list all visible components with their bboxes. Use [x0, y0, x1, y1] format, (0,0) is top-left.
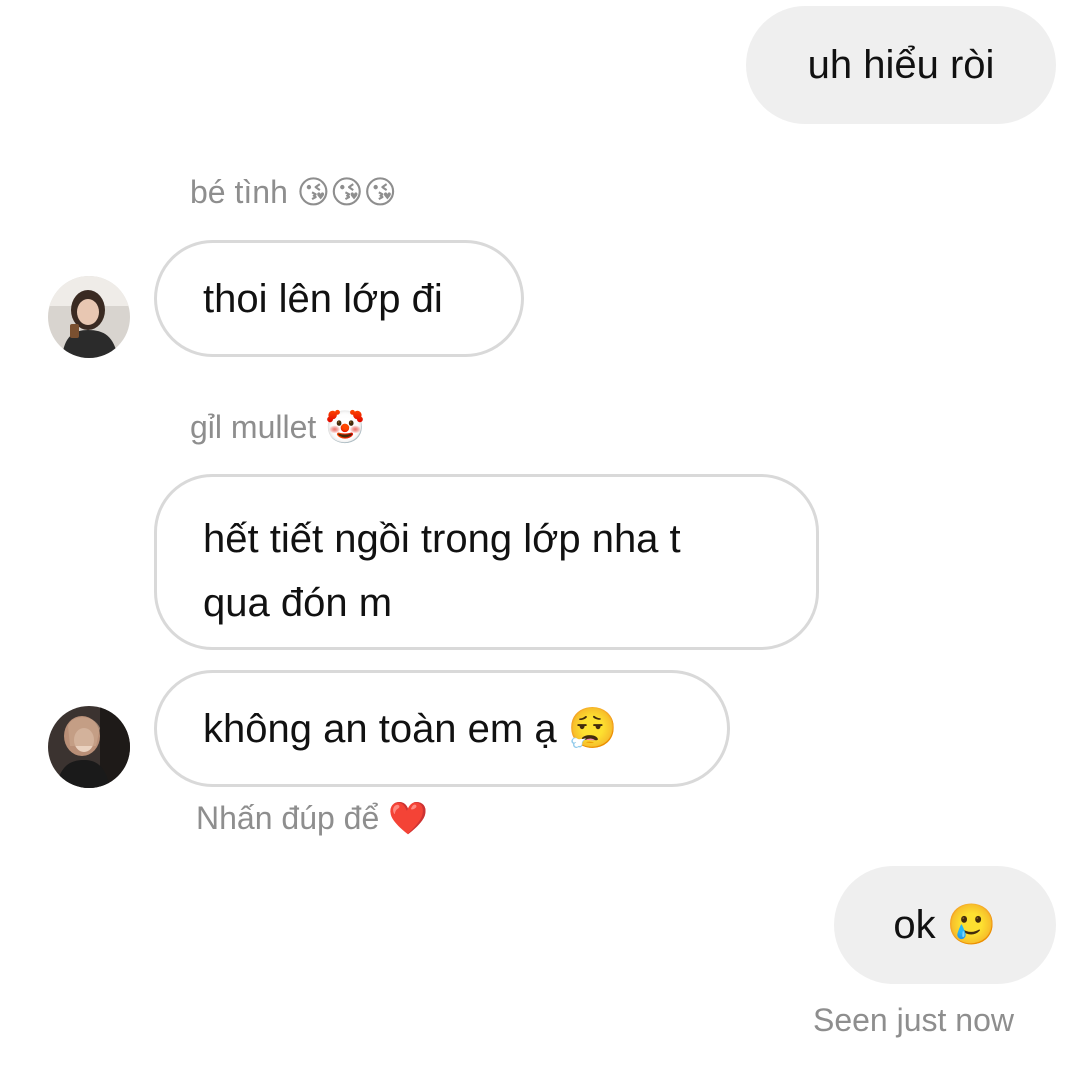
message-text: không an toàn em ạ 😮‍💨 — [203, 706, 618, 751]
received-message-bubble[interactable]: hết tiết ngồi trong lớp nha t qua đón m — [154, 474, 819, 650]
double-tap-hint: Nhấn đúp để ❤️ — [196, 800, 428, 836]
message-text: hết tiết ngồi trong lớp nha t qua đón m — [203, 517, 681, 625]
sender-name: bé tình 😘😘😘 — [190, 174, 397, 210]
received-message-bubble[interactable]: không an toàn em ạ 😮‍💨 — [154, 670, 730, 787]
avatar-photo — [48, 276, 130, 358]
received-message-bubble[interactable]: thoi lên lớp đi — [154, 240, 524, 357]
avatar-photo — [48, 706, 130, 788]
message-text: ok 🥲 — [893, 903, 997, 947]
message-text: uh hiểu ròi — [807, 43, 995, 87]
avatar[interactable] — [48, 276, 130, 358]
message-text: thoi lên lớp đi — [203, 276, 443, 321]
sender-name: gỉl mullet 🤡 — [190, 409, 365, 445]
sent-message-bubble[interactable]: ok 🥲 — [834, 866, 1056, 984]
avatar[interactable] — [48, 706, 130, 788]
sent-message-bubble[interactable]: uh hiểu ròi — [746, 6, 1056, 124]
seen-status: Seen just now — [812, 1002, 1014, 1038]
